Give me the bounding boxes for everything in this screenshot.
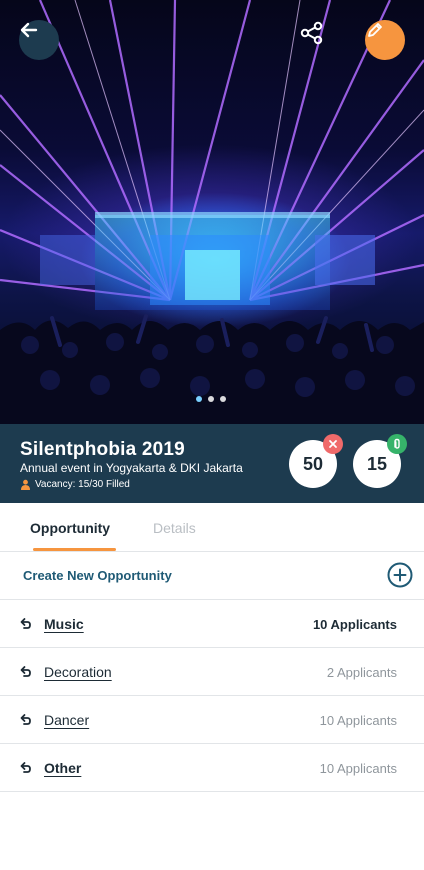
opportunity-name[interactable]: Music (44, 616, 84, 632)
attachment-icon (394, 438, 400, 449)
create-opportunity-link[interactable]: Create New Opportunity (23, 568, 172, 583)
list-item[interactable]: Other 10 Applicants (0, 744, 424, 792)
undo-icon (20, 666, 31, 677)
vacancy-info: Vacancy: 15/30 Filled (20, 479, 130, 490)
carousel-dot[interactable] (220, 396, 226, 402)
tab-bar: Opportunity Details (0, 503, 424, 552)
carousel-dot[interactable] (208, 396, 214, 402)
active-tab-indicator (33, 548, 116, 551)
undo-icon (20, 762, 31, 773)
create-opportunity-row: Create New Opportunity (0, 552, 424, 600)
applicant-count: 10 Applicants (319, 713, 397, 728)
opportunity-name[interactable]: Other (44, 760, 81, 776)
rejected-count-value: 50 (302, 453, 324, 474)
tab-opportunity[interactable]: Opportunity (30, 520, 110, 536)
opportunity-name[interactable]: Decoration (44, 664, 112, 680)
concert-illustration (0, 0, 424, 424)
add-circle-icon[interactable] (387, 562, 413, 588)
edit-button[interactable] (365, 20, 405, 60)
vacancy-text: Vacancy: 15/30 Filled (35, 479, 130, 490)
pencil-icon (368, 23, 382, 37)
carousel-indicator (196, 396, 226, 402)
applicant-count: 10 Applicants (312, 617, 397, 632)
applicant-count: 2 Applicants (326, 665, 397, 680)
accepted-count[interactable]: 15 (353, 434, 407, 488)
event-hero-image (0, 0, 424, 424)
list-item[interactable]: Decoration 2 Applicants (0, 648, 424, 696)
person-icon (21, 479, 30, 490)
rejected-badge (323, 434, 343, 454)
event-subtitle: Annual event in Yogyakarta & DKI Jakarta (20, 461, 243, 475)
close-icon (329, 440, 337, 448)
accepted-count-value: 15 (366, 453, 388, 474)
list-item[interactable]: Music 10 Applicants (0, 600, 424, 648)
undo-icon (20, 714, 31, 725)
accepted-badge (387, 434, 407, 454)
rejected-count[interactable]: 50 (289, 434, 343, 488)
event-title: Silentphobia 2019 (20, 439, 185, 460)
share-button[interactable] (299, 20, 339, 60)
undo-icon (20, 618, 31, 629)
carousel-dot[interactable] (196, 396, 202, 402)
applicant-count: 10 Applicants (319, 761, 397, 776)
event-info-bar: Silentphobia 2019 Annual event in Yogyak… (0, 424, 424, 503)
opportunity-name[interactable]: Dancer (44, 712, 89, 728)
list-item[interactable]: Dancer 10 Applicants (0, 696, 424, 744)
share-icon (300, 21, 323, 45)
arrow-left-icon (20, 22, 38, 38)
back-button[interactable] (19, 20, 59, 60)
tab-details[interactable]: Details (153, 520, 196, 536)
